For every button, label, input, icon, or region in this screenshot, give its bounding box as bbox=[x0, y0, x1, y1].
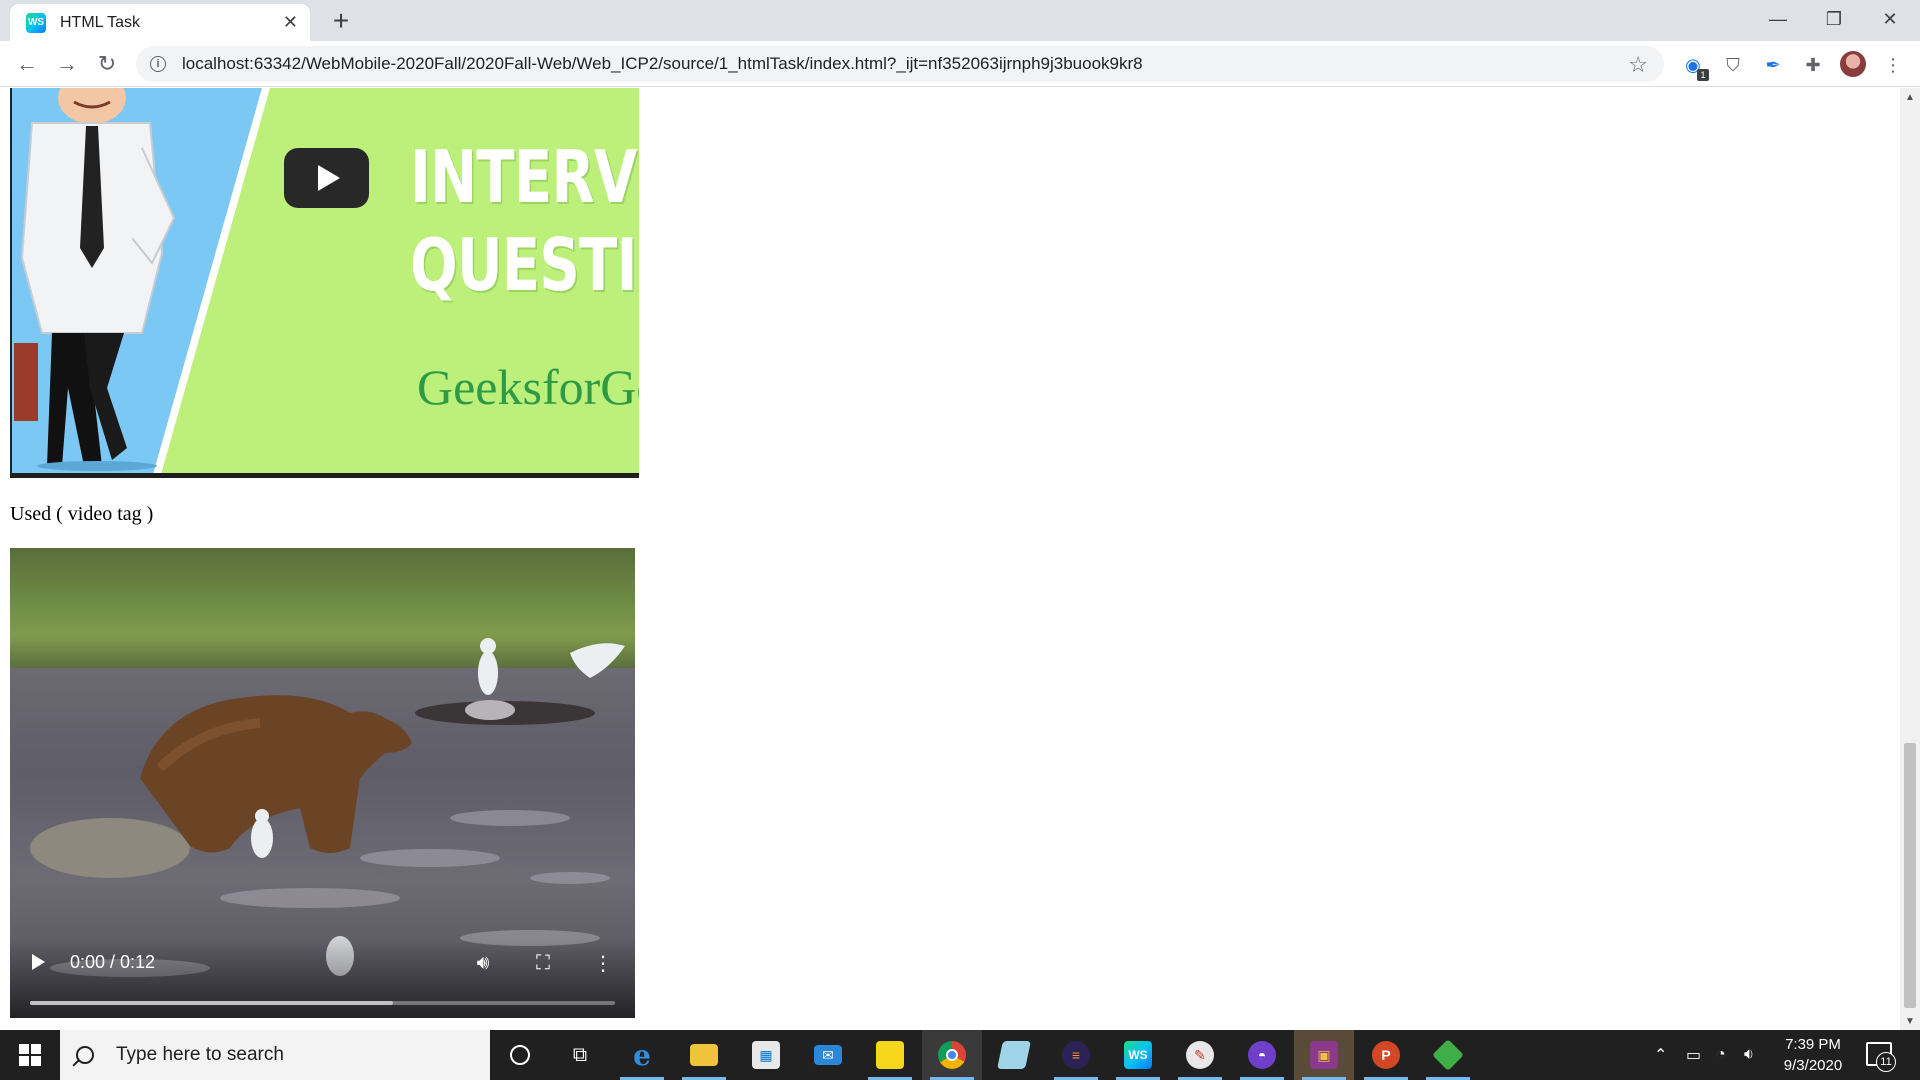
more-options-icon[interactable]: ⋮ bbox=[590, 950, 616, 976]
volume-tray-icon[interactable]: 🔉︎ bbox=[1744, 1030, 1754, 1080]
youtube-play-button[interactable] bbox=[284, 148, 369, 208]
tab-html-task[interactable]: WS HTML Task ✕ bbox=[10, 4, 310, 41]
sticky-notes-icon[interactable] bbox=[860, 1030, 920, 1080]
fullscreen-icon[interactable]: ⛶ bbox=[530, 950, 556, 976]
thumbnail-title-line-1: INTERVI bbox=[410, 135, 639, 219]
page-viewport: INTERVI QUESTIO GeeksforGe Used ( video … bbox=[0, 88, 1900, 1030]
webstorm-taskbar-icon[interactable]: WS bbox=[1108, 1030, 1168, 1080]
restore-button[interactable]: ❐ bbox=[1806, 0, 1862, 38]
play-icon bbox=[318, 165, 340, 191]
forward-button[interactable]: → bbox=[52, 49, 82, 79]
url-text: localhost:63342/WebMobile-2020Fall/2020F… bbox=[182, 54, 1143, 73]
chrome-taskbar-icon[interactable] bbox=[922, 1030, 982, 1080]
volume-icon[interactable]: 🔊︎ bbox=[470, 950, 496, 976]
notification-count: 11 bbox=[1876, 1052, 1896, 1072]
chrome-menu-icon[interactable]: ⋮ bbox=[1882, 54, 1904, 76]
extensions-puzzle-icon[interactable]: ✚ bbox=[1802, 54, 1824, 76]
cartoon-man-illustration bbox=[20, 88, 176, 471]
clock-time: 7:39 PM bbox=[1785, 1036, 1841, 1053]
page-scrollbar[interactable]: ▲ ▼ bbox=[1900, 88, 1920, 1030]
battery-icon[interactable]: ▭ bbox=[1686, 1030, 1701, 1080]
video-player[interactable]: 0:00 / 0:12 🔊︎ ⛶ ⋮ bbox=[10, 548, 635, 1018]
wifi-icon[interactable]: ◔ bbox=[1716, 1030, 1726, 1080]
browser-toolbar: ← → ↻ i localhost:63342/WebMobile-2020Fa… bbox=[0, 41, 1920, 87]
profile-avatar[interactable] bbox=[1840, 51, 1866, 77]
webstorm-icon: WS bbox=[26, 12, 46, 33]
show-hidden-icons-chevron-icon[interactable]: ⌃ bbox=[1654, 1030, 1667, 1080]
video-caption: Used ( video tag ) bbox=[10, 503, 154, 525]
mail-icon[interactable]: ✉ bbox=[798, 1030, 858, 1080]
thumbnail-brand: GeeksforGe bbox=[417, 359, 639, 415]
paint-icon[interactable]: ✎ bbox=[1170, 1030, 1230, 1080]
video-seek-bar[interactable] bbox=[30, 1001, 615, 1005]
winrar-icon[interactable]: ▣ bbox=[1294, 1030, 1354, 1080]
close-window-button[interactable]: ✕ bbox=[1862, 0, 1918, 38]
site-info-icon[interactable]: i bbox=[150, 56, 166, 72]
youtube-embed[interactable]: INTERVI QUESTIO GeeksforGe bbox=[10, 88, 639, 478]
tab-title: HTML Task bbox=[60, 13, 141, 31]
app-green-cube-icon[interactable] bbox=[1418, 1030, 1478, 1080]
address-bar[interactable]: i localhost:63342/WebMobile-2020Fall/202… bbox=[136, 46, 1664, 82]
thumbnail-title: INTERVI QUESTIO bbox=[410, 133, 639, 309]
scroll-up-arrow-icon[interactable]: ▲ bbox=[1900, 88, 1920, 106]
github-desktop-icon[interactable]: ◓ bbox=[1232, 1030, 1292, 1080]
feather-extension-icon[interactable]: ✒ bbox=[1762, 54, 1784, 76]
windows-taskbar: Type here to search ⧉ e ▦ ✉ ≡ WS ✎ ◓ ▣ P bbox=[0, 1030, 1920, 1080]
scroll-down-arrow-icon[interactable]: ▼ bbox=[1900, 1012, 1920, 1030]
eclipse-icon[interactable]: ≡ bbox=[1046, 1030, 1106, 1080]
microsoft-store-icon[interactable]: ▦ bbox=[736, 1030, 796, 1080]
search-placeholder: Type here to search bbox=[116, 1044, 284, 1065]
video-play-button[interactable] bbox=[32, 954, 45, 970]
windows-logo-icon bbox=[19, 1044, 41, 1066]
thumbnail-title-line-2: QUESTIO bbox=[410, 223, 639, 307]
close-tab-icon[interactable]: ✕ bbox=[283, 12, 298, 33]
taskbar-search-box[interactable]: Type here to search bbox=[60, 1030, 490, 1080]
minimize-button[interactable]: — bbox=[1750, 0, 1806, 38]
tab-strip: WS HTML Task ✕ + — ❐ ✕ bbox=[0, 0, 1920, 41]
extension-badge: 1 bbox=[1697, 69, 1709, 81]
new-tab-button[interactable]: + bbox=[324, 4, 358, 38]
video-buffer-progress bbox=[30, 1001, 393, 1005]
reload-button[interactable]: ↻ bbox=[92, 49, 122, 79]
search-icon bbox=[76, 1046, 94, 1064]
cortana-icon[interactable] bbox=[490, 1030, 550, 1080]
bookmark-star-icon[interactable]: ☆ bbox=[1628, 52, 1648, 78]
taskbar-clock[interactable]: 7:39 PM 9/3/2020 bbox=[1768, 1034, 1858, 1076]
video-controls: 0:00 / 0:12 🔊︎ ⛶ ⋮ bbox=[10, 938, 635, 1018]
video-time: 0:00 / 0:12 bbox=[70, 952, 156, 972]
file-explorer-icon[interactable] bbox=[674, 1030, 734, 1080]
powerpoint-icon[interactable]: P bbox=[1356, 1030, 1416, 1080]
back-button[interactable]: ← bbox=[12, 49, 42, 79]
translate-extension-icon[interactable]: ◉ 1 bbox=[1682, 54, 1709, 81]
edge-icon[interactable]: e bbox=[612, 1030, 672, 1080]
notepad-icon[interactable] bbox=[984, 1030, 1044, 1080]
task-view-icon[interactable]: ⧉ bbox=[550, 1030, 610, 1080]
scrollbar-thumb[interactable] bbox=[1904, 743, 1916, 1008]
clock-date: 9/3/2020 bbox=[1783, 1057, 1843, 1074]
shield-extension-icon[interactable]: ⛉ bbox=[1722, 54, 1744, 76]
start-button[interactable] bbox=[0, 1030, 60, 1080]
